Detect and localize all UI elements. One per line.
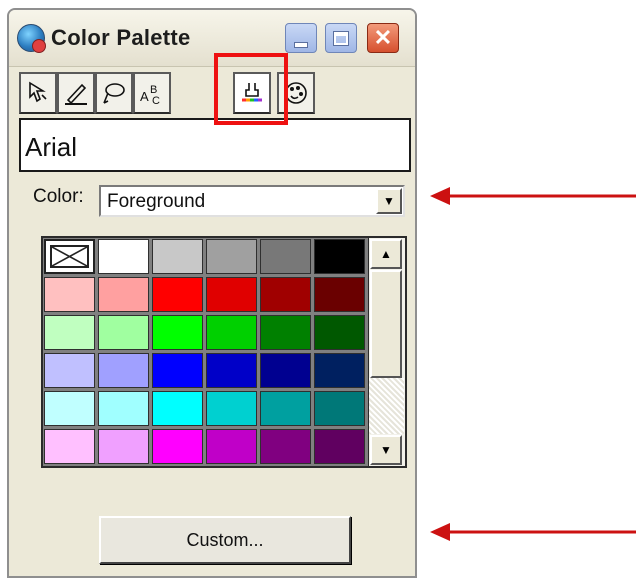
color-swatch[interactable] <box>314 277 365 312</box>
color-swatch[interactable] <box>206 315 257 350</box>
color-swatch[interactable] <box>152 277 203 312</box>
color-palette-window: Color Palette ✕ A B C Arial Color: Foreg… <box>7 8 417 578</box>
close-button[interactable]: ✕ <box>367 23 399 53</box>
color-swatch[interactable] <box>260 277 311 312</box>
scroll-down-button[interactable]: ▼ <box>370 435 402 465</box>
font-name-display[interactable]: Arial <box>19 118 411 172</box>
color-swatch[interactable] <box>44 353 95 388</box>
color-swatch[interactable] <box>206 277 257 312</box>
title-bar[interactable]: Color Palette ✕ <box>9 10 415 67</box>
no-color-icon <box>50 245 89 268</box>
maximize-button[interactable] <box>325 23 357 53</box>
color-swatch[interactable] <box>98 277 149 312</box>
color-label: Color: <box>33 186 84 207</box>
color-target-dropdown[interactable]: Foreground ▼ <box>99 185 405 217</box>
scroll-up-button[interactable]: ▲ <box>370 239 402 269</box>
tab-pencil-line[interactable] <box>57 72 95 114</box>
text-abc-icon: A B C <box>140 84 160 107</box>
color-swatch[interactable] <box>44 277 95 312</box>
highlight-annotation <box>214 53 288 125</box>
svg-text:A: A <box>140 89 149 104</box>
color-swatch[interactable] <box>98 353 149 388</box>
color-swatch[interactable] <box>260 391 311 426</box>
color-swatch[interactable] <box>44 315 95 350</box>
lasso-brush-icon <box>103 83 125 104</box>
scroll-thumb[interactable] <box>370 270 402 378</box>
color-swatch[interactable] <box>206 353 257 388</box>
minimize-button[interactable] <box>285 23 317 53</box>
color-swatch[interactable] <box>260 429 311 464</box>
color-swatch[interactable] <box>98 391 149 426</box>
color-swatch[interactable] <box>314 315 365 350</box>
dropdown-arrow-button[interactable]: ▼ <box>376 188 402 214</box>
color-swatch[interactable] <box>206 239 257 274</box>
color-swatch[interactable] <box>314 429 365 464</box>
tab-text-abc[interactable]: A B C <box>133 72 171 114</box>
color-swatch[interactable] <box>152 429 203 464</box>
window-title: Color Palette <box>51 25 191 50</box>
color-swatch[interactable] <box>44 391 95 426</box>
color-swatch[interactable] <box>44 429 95 464</box>
chevron-up-icon: ▲ <box>380 247 392 261</box>
chevron-down-icon: ▼ <box>383 194 395 208</box>
color-swatch[interactable] <box>314 353 365 388</box>
scroll-track[interactable] <box>369 378 404 434</box>
svg-text:C: C <box>152 95 160 107</box>
close-icon: ✕ <box>373 25 393 50</box>
arrow-annotation-dropdown <box>430 187 636 205</box>
minimize-icon <box>295 43 307 47</box>
color-swatch-grid: ▲ ▼ <box>41 236 407 468</box>
pencil-line-icon <box>65 83 87 105</box>
color-swatch[interactable] <box>98 239 149 274</box>
color-swatch[interactable] <box>152 315 203 350</box>
color-swatch[interactable] <box>260 353 311 388</box>
color-swatch[interactable] <box>206 429 257 464</box>
swatch-scrollbar[interactable]: ▲ ▼ <box>368 238 405 466</box>
color-swatch[interactable] <box>98 315 149 350</box>
color-palette-app-icon <box>17 24 46 53</box>
arrow-annotation-custom <box>430 523 636 541</box>
color-swatch[interactable] <box>152 239 203 274</box>
maximize-icon <box>334 31 348 45</box>
color-swatch[interactable] <box>314 239 365 274</box>
tab-lasso-brush[interactable] <box>95 72 133 114</box>
chevron-down-icon: ▼ <box>380 443 392 457</box>
color-swatch[interactable] <box>98 429 149 464</box>
color-swatch[interactable] <box>152 353 203 388</box>
color-swatch[interactable] <box>152 391 203 426</box>
color-swatch[interactable] <box>314 391 365 426</box>
color-swatch[interactable] <box>260 315 311 350</box>
custom-color-button[interactable]: Custom... <box>99 516 351 564</box>
color-swatch[interactable] <box>206 391 257 426</box>
fill-bucket-icon <box>29 81 47 103</box>
tab-fill-bucket[interactable] <box>19 72 57 114</box>
color-swatch[interactable] <box>260 239 311 274</box>
no-color-swatch[interactable] <box>44 239 95 274</box>
color-target-value: Foreground <box>107 191 206 212</box>
